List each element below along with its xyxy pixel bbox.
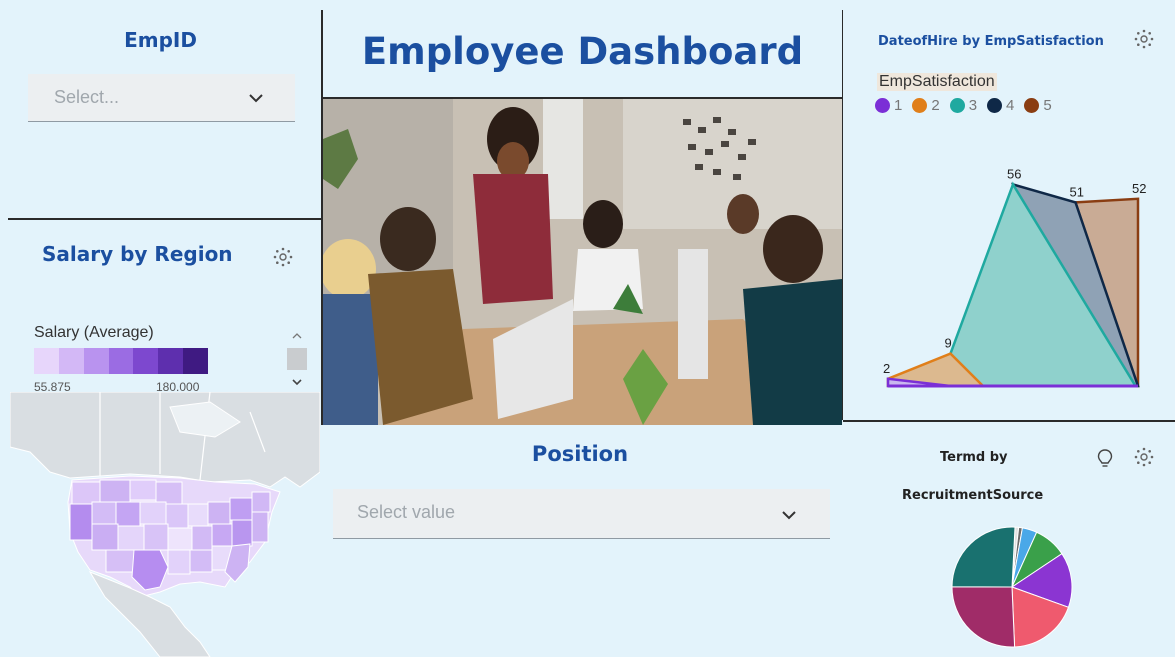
area-chart[interactable]: 2 9 56 51 52 xyxy=(843,140,1175,400)
pie-slice[interactable] xyxy=(951,586,1016,648)
legend-label: 3 xyxy=(968,97,978,114)
dashboard-title: Employee Dashboard xyxy=(361,30,804,73)
legend-scrollbar[interactable] xyxy=(286,324,308,394)
dashboard-header: Employee Dashboard xyxy=(323,0,842,97)
team-meeting-photo xyxy=(323,99,842,425)
empid-select[interactable]: Select... xyxy=(28,74,295,122)
empid-title: EmpID xyxy=(124,28,197,52)
legend-dot xyxy=(987,98,1003,113)
salary-ramp-swatch xyxy=(34,348,59,374)
settings-icon[interactable] xyxy=(1133,28,1155,50)
salary-ramp-swatch xyxy=(58,348,84,374)
chevron-down-icon xyxy=(249,94,263,103)
legend-item-1[interactable]: 1 xyxy=(875,97,902,114)
position-title: Position xyxy=(531,442,629,466)
legend-item-5[interactable]: 5 xyxy=(1024,97,1052,114)
salary-ramp-swatch xyxy=(183,348,209,374)
data-label: 56 xyxy=(1007,166,1021,181)
legend-label: 2 xyxy=(931,97,940,114)
empid-select-placeholder: Select... xyxy=(54,87,120,107)
termd-pie-panel: Termd by RecruitmentSource xyxy=(843,422,1175,657)
legend-label: 4 xyxy=(1006,97,1015,114)
team-meeting-photo-illustration xyxy=(323,99,842,425)
chevron-down-icon xyxy=(782,511,796,520)
data-label: 2 xyxy=(883,361,890,376)
dateofhire-chart-panel: DateofHire by EmpSatisfaction EmpSatisfa… xyxy=(843,0,1175,420)
line-legend-title: EmpSatisfaction xyxy=(877,73,997,91)
legend-item-2[interactable]: 2 xyxy=(912,97,940,114)
legend-item-4[interactable]: 4 xyxy=(987,97,1014,114)
line-legend: 1 2 3 4 5 xyxy=(875,97,1052,114)
pie-title-line2: RecruitmentSource xyxy=(902,488,1044,503)
settings-icon[interactable] xyxy=(1133,446,1155,468)
salary-ramp-swatch xyxy=(158,348,184,374)
pie-title-line1: Termd by xyxy=(940,450,1008,465)
data-label: 51 xyxy=(1070,184,1084,199)
empid-filter-panel: EmpID Select... xyxy=(0,0,321,218)
salary-by-region-panel: Salary by Region Salary (Average) 55.875… xyxy=(0,220,321,657)
legend-label: 5 xyxy=(1043,97,1052,114)
legend-item-3[interactable]: 3 xyxy=(949,97,978,114)
position-select-placeholder: Select value xyxy=(357,502,456,522)
position-filter-panel: Position Select value xyxy=(320,426,840,657)
salary-title: Salary by Region xyxy=(42,242,233,266)
position-select[interactable]: Select value xyxy=(333,489,830,539)
legend-label: 1 xyxy=(894,97,903,114)
salary-color-ramp xyxy=(34,348,209,374)
salary-legend-title: Salary (Average) xyxy=(34,324,154,341)
legend-dot xyxy=(875,98,890,113)
pie-slice[interactable] xyxy=(951,526,1016,588)
salary-ramp-swatch xyxy=(133,348,159,374)
us-choropleth-map[interactable] xyxy=(10,392,320,657)
settings-icon[interactable] xyxy=(272,246,294,268)
line-chart-title: DateofHire by EmpSatisfaction xyxy=(878,34,1104,49)
legend-dot xyxy=(949,98,965,113)
legend-dot xyxy=(1024,98,1040,113)
salary-ramp-swatch xyxy=(83,348,109,374)
data-label: 52 xyxy=(1132,181,1146,196)
data-label: 9 xyxy=(945,336,952,351)
legend-dot xyxy=(912,98,928,113)
pie-chart[interactable] xyxy=(947,522,1077,652)
salary-ramp-swatch xyxy=(108,348,134,374)
lightbulb-icon[interactable] xyxy=(1097,448,1113,470)
